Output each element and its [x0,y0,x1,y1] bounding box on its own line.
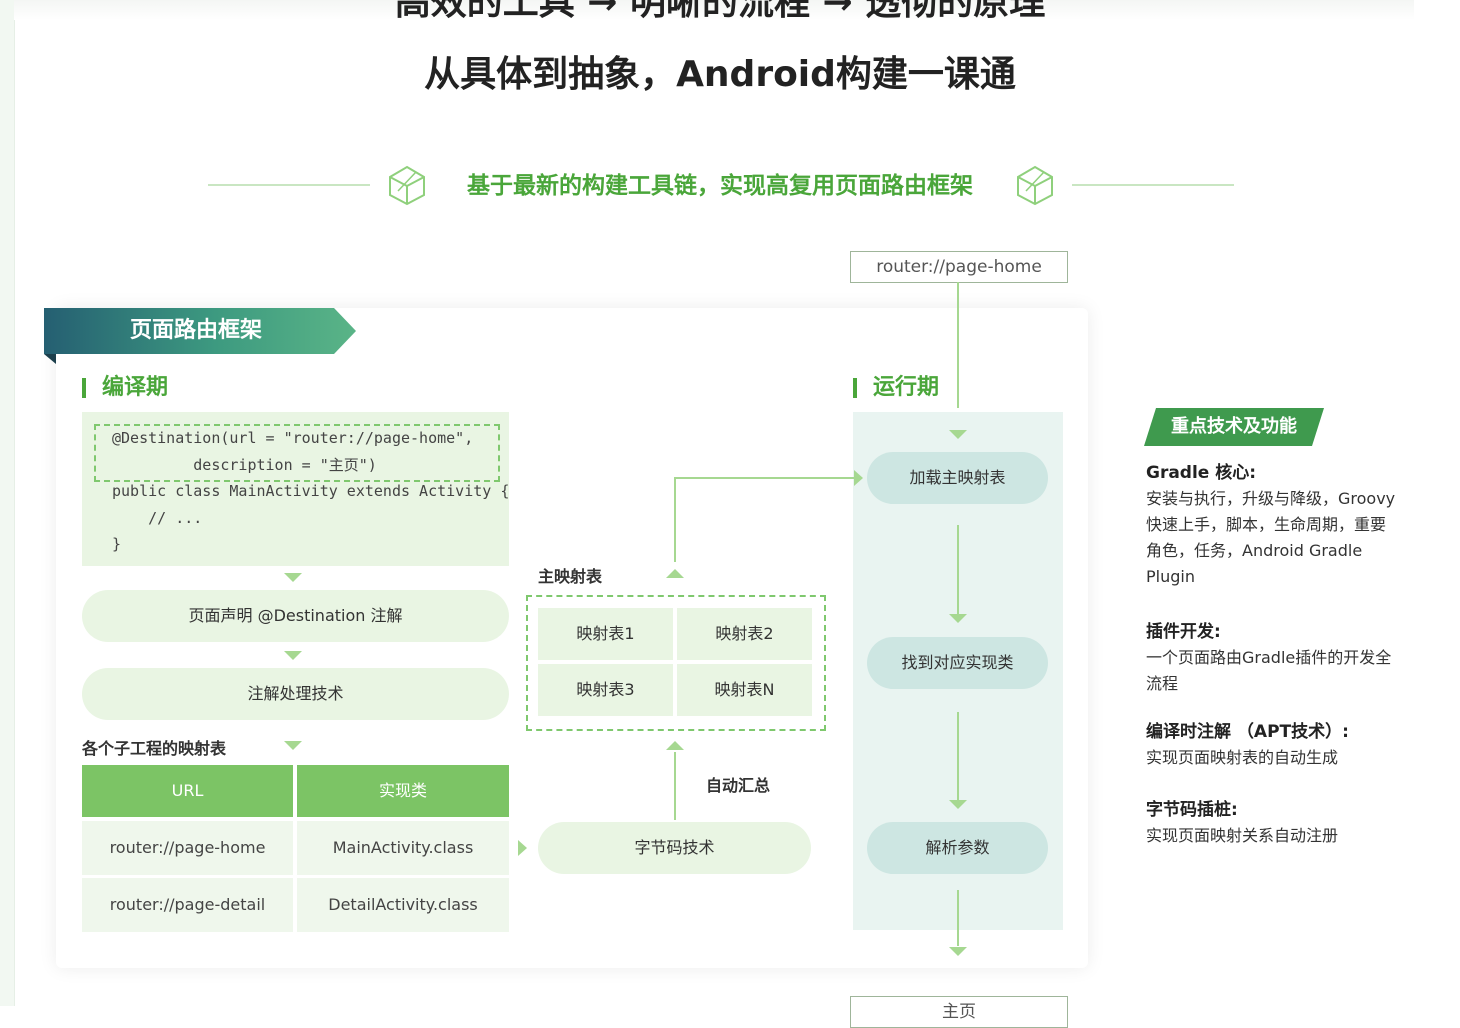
runtime-title: 运行期 [873,375,940,400]
banner-line-left [208,184,370,186]
feature-body: 实现页面映射关系自动注册 [1146,826,1339,845]
left-edge-strip [0,0,15,1006]
connector-line [674,752,676,820]
ribbon-title-text: 页面路由框架 [130,318,263,343]
arrow-right-icon [518,840,527,856]
feature-title: 插件开发: [1146,622,1221,642]
sub-table-label: 各个子工程的映射表 [82,739,227,758]
arrow-down-icon [949,430,967,439]
map-cell: 映射表2 [677,608,812,660]
connector-line [957,282,959,408]
arrow-down-icon [949,947,967,956]
feature-title: 字节码插桩: [1146,800,1238,820]
url-box-bottom: 主页 [850,996,1068,1028]
section-bar [853,378,857,398]
arrow-down-icon [949,800,967,809]
map-cell: 映射表N [677,664,812,716]
table-cell: MainActivity.class [297,821,509,875]
runtime-step-load: 加载主映射表 [867,452,1048,504]
ribbon-fold [44,354,56,364]
code-line: description = "主页") [112,456,377,474]
main-map-label: 主映射表 [538,567,603,586]
arrow-up-icon [666,569,684,578]
code-line: // ... [112,509,203,527]
arrow-up-icon [666,741,684,750]
headline-line2: 从具体到抽象，Android构建一课通 [424,54,1016,95]
connector-line [674,477,854,479]
code-line: @Destination(url = "router://page-home", [112,429,474,447]
arrow-down-icon [949,614,967,623]
url-box-top: router://page-home [850,251,1068,283]
map-cell: 映射表1 [538,608,673,660]
connector-line [674,478,676,562]
arrow-down-icon [284,741,302,750]
runtime-step-parse: 解析参数 [867,822,1048,874]
feature-body: 安装与执行，升级与降级，Groovy快速上手，脚本，生命周期，重要角色，任务，A… [1146,489,1396,586]
feature-title: Gradle 核心: [1146,463,1257,483]
step-processing: 注解处理技术 [82,668,509,720]
connector-line [957,712,959,800]
table-header-url: URL [82,765,293,817]
compile-title: 编译期 [102,375,169,400]
headline-line1: 高效的工具 → 明晰的流程 → 透彻的原理 [394,0,1046,23]
connector-line [957,890,959,946]
step-annotation: 页面声明 @Destination 注解 [82,590,509,642]
banner-title: 基于最新的构建工具链，实现高复用页面路由框架 [467,173,973,199]
table-header-class: 实现类 [297,765,509,817]
arrow-right-icon [854,470,863,486]
map-cell: 映射表3 [538,664,673,716]
table-cell: DetailActivity.class [297,878,509,932]
features-tag: 重点技术及功能 [1144,408,1324,446]
cube-icon [386,164,428,206]
table-cell: router://page-detail [82,878,293,932]
code-line: } [112,535,122,553]
table-cell: router://page-home [82,821,293,875]
arrow-down-icon [284,651,302,660]
bytecode-step: 字节码技术 [538,822,811,874]
section-bar [82,378,86,398]
runtime-step-find: 找到对应实现类 [867,637,1048,689]
ribbon-title: 页面路由框架 [44,308,356,354]
auto-summary-label: 自动汇总 [706,776,771,795]
code-line: public class MainActivity extends Activi… [112,482,510,500]
arrow-down-icon [284,573,302,582]
cube-icon [1014,164,1056,206]
feature-title: 编译时注解 （APT技术）: [1146,722,1349,742]
feature-body: 一个页面路由Gradle插件的开发全流程 [1146,648,1392,693]
feature-body: 实现页面映射表的自动生成 [1146,748,1339,767]
connector-line [957,525,959,615]
banner-line-right [1072,184,1234,186]
